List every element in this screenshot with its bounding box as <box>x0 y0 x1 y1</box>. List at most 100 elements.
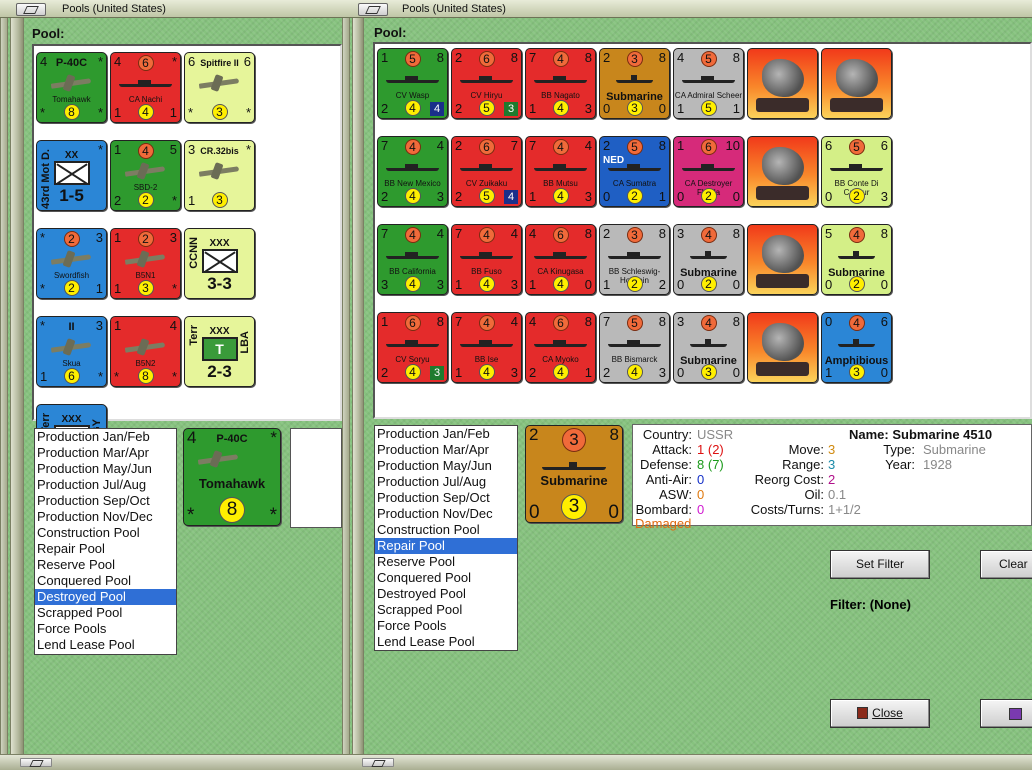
pool-list-item[interactable]: Force Pools <box>375 618 517 634</box>
pool-list-item[interactable]: Production Sep/Oct <box>35 493 176 509</box>
unit-counter[interactable]: 7 8 4 BB Nagato 1 4 3 <box>525 48 596 119</box>
left-system-menu-icon[interactable] <box>16 3 46 16</box>
unit-counter[interactable]: XX 43rd Mot D. * 1-5 <box>36 140 107 211</box>
pool-list-item[interactable]: Scrapped Pool <box>375 602 517 618</box>
unit-counter[interactable]: 6 6 Spitfire II * 3 * <box>184 52 255 123</box>
pool-list-item[interactable]: Production Mar/Apr <box>375 442 517 458</box>
unit-counter[interactable]: 3 8 4 Submarine 0 3 0 <box>673 312 744 383</box>
unit-counter[interactable]: 2 8 3 Submarine 0 3 0 <box>599 48 670 119</box>
pool-list-item[interactable]: Reserve Pool <box>35 557 176 573</box>
pool-list-item[interactable]: Production Jan/Feb <box>375 426 517 442</box>
unit-counter[interactable]: 1 8 6 CV Soryu 2 4 3 <box>377 312 448 383</box>
unit-counter[interactable]: 2 8 3 Submarine 0 3 0 <box>525 425 623 523</box>
right-pool-list[interactable]: Production Jan/Feb Production Mar/Apr Prod… <box>374 425 518 651</box>
unit-counter[interactable]: 5 8 4 Submarine 0 2 0 <box>821 224 892 295</box>
pool-list-item[interactable]: Lend Lease Pool <box>375 634 517 650</box>
unit-counter[interactable]: 7 4 4 BB Mutsu 1 4 3 <box>525 136 596 207</box>
unit-top-center: 5 <box>600 139 669 155</box>
pool-list-item[interactable]: Production Nov/Dec <box>375 506 517 522</box>
pool-list-item[interactable]: Production Jul/Aug <box>375 474 517 490</box>
destroyed-unit-counter[interactable] <box>747 48 818 119</box>
set-filter-button[interactable]: Set Filter <box>830 550 930 579</box>
pool-list-item[interactable]: Production Jan/Feb <box>35 429 176 445</box>
destroyed-unit-counter[interactable] <box>747 136 818 207</box>
unit-counter[interactable]: 7 4 4 BB New Mexico 2 4 3 <box>377 136 448 207</box>
pool-list-item[interactable]: Production May/Jun <box>35 461 176 477</box>
unit-counter[interactable]: 283BB Schleswig-Holstein122 <box>599 224 670 295</box>
unit-counter[interactable]: 4 8 6 CA Myoko 2 4 1 <box>525 312 596 383</box>
unit-counter[interactable]: 2 7 6 CV Zuikaku 2 5 4 <box>451 136 522 207</box>
pool-list-item[interactable]: Destroyed Pool <box>35 589 176 605</box>
unit-counter[interactable]: XXX T Terr LBA 2-3 <box>184 316 255 387</box>
pool-list-item[interactable]: Force Pools <box>35 621 176 637</box>
pool-list-item[interactable]: Destroyed Pool <box>375 586 517 602</box>
unit-counter[interactable]: * 3 2 Swordfish * 2 1 <box>36 228 107 299</box>
pool-list-item[interactable]: Construction Pool <box>375 522 517 538</box>
destroyed-unit-counter[interactable] <box>821 48 892 119</box>
clear-button[interactable]: Clear <box>980 550 1032 579</box>
pool-list-item[interactable]: Repair Pool <box>375 538 517 554</box>
left-pools-window: Pools (United States) Pool: 4 * P-40C Tomah… <box>0 0 342 770</box>
pool-list-item[interactable]: Repair Pool <box>35 541 176 557</box>
right-scroll-left-icon[interactable] <box>362 758 394 767</box>
unit-bottom-right-value: * <box>171 369 177 384</box>
unit-counter[interactable]: 7 8 5 BB Bismarck 2 4 3 <box>599 312 670 383</box>
pool-list-item[interactable]: Production Jul/Aug <box>35 477 176 493</box>
left-vertical-scrollbar[interactable] <box>10 18 24 770</box>
unit-counter[interactable]: XXX CCNN 3-3 <box>184 228 255 299</box>
left-scroll-left-icon[interactable] <box>20 758 52 767</box>
unit-top-center: 3 <box>600 227 669 243</box>
unit-counter[interactable]: 4 * P-40C Tomahawk * 8 * <box>36 52 107 123</box>
right-pool-area[interactable]: 1 8 5 CV Wasp 2 4 4 2 8 6 CV Hiryu 2 5 3 7 8 4 BB Nagato 1… <box>373 42 1032 419</box>
left-titlebar[interactable]: Pools (United States) <box>0 0 342 18</box>
unit-counter[interactable]: 1 5 4 SBD-2 2 2 * <box>110 140 181 211</box>
close-button[interactable]: Close <box>830 699 930 728</box>
unit-counter[interactable]: 7 4 4 BB Fuso 1 4 3 <box>451 224 522 295</box>
right-vertical-scrollbar[interactable] <box>352 18 364 770</box>
unit-defense-circle: 3 <box>848 364 865 380</box>
destroyed-unit-counter[interactable] <box>747 224 818 295</box>
right-horizontal-scrollbar[interactable] <box>342 754 1032 770</box>
pool-list-item[interactable]: Conquered Pool <box>375 570 517 586</box>
unit-counter[interactable]: 1 3 2 B5N1 1 3 * <box>110 228 181 299</box>
unit-counter[interactable]: 665BB Conte Di Cavour023 <box>821 136 892 207</box>
aircraft-silhouette-icon <box>199 75 239 89</box>
pool-list-item[interactable]: Conquered Pool <box>35 573 176 589</box>
unit-counter[interactable]: 2 8 5 NED CA Sumatra 0 2 1 <box>599 136 670 207</box>
unit-model-label: CR.32bis <box>200 146 239 156</box>
unit-counter[interactable]: 7 4 4 BB Ise 1 4 3 <box>451 312 522 383</box>
pool-list-item[interactable]: Construction Pool <box>35 525 176 541</box>
pool-list-item[interactable]: Production Mar/Apr <box>35 445 176 461</box>
nation-flag-label: NED <box>603 155 625 166</box>
unit-counter[interactable]: 4 * 6 CA Nachi 1 4 1 <box>110 52 181 123</box>
pool-list-item[interactable]: Lend Lease Pool <box>35 637 176 653</box>
destroyed-unit-counter[interactable] <box>747 312 818 383</box>
help-button[interactable] <box>980 699 1032 728</box>
pool-list-item[interactable]: Reserve Pool <box>375 554 517 570</box>
left-pool-area[interactable]: 4 * P-40C Tomahawk * 8 * 4 * 6 CA Nachi 1 4 1 6 6 Spitfi… <box>32 44 342 475</box>
pool-list-item[interactable]: Production Nov/Dec <box>35 509 176 525</box>
unit-counter[interactable]: 4 * P-40C Tomahawk * 8 * <box>183 428 281 526</box>
unit-counter[interactable]: 2 8 6 CV Hiryu 2 5 3 <box>451 48 522 119</box>
unit-counter[interactable]: 1 8 5 CV Wasp 2 4 4 <box>377 48 448 119</box>
unit-top-center: 3 <box>526 428 622 452</box>
unit-counter[interactable]: 4 8 5 CA Admiral Scheer 1 5 1 <box>673 48 744 119</box>
unit-top-left-value: 1 <box>114 318 122 333</box>
unit-counter[interactable]: 1 4 B5N2 * 8 * <box>110 316 181 387</box>
right-titlebar[interactable]: Pools (United States) <box>342 0 1032 18</box>
pool-list-item[interactable]: Scrapped Pool <box>35 605 176 621</box>
left-horizontal-scrollbar[interactable] <box>0 754 342 770</box>
pool-list-item[interactable]: Production May/Jun <box>375 458 517 474</box>
pool-list-item[interactable]: Production Sep/Oct <box>375 490 517 506</box>
unit-top-center: 5 <box>378 51 447 67</box>
unit-counter[interactable]: * 3 II Skua 1 6 * <box>36 316 107 387</box>
unit-counter[interactable]: 4 8 6 CA Kinugasa 1 4 0 <box>525 224 596 295</box>
unit-counter[interactable]: 3 8 4 Submarine 0 2 0 <box>673 224 744 295</box>
move-label: Move: <box>788 442 824 457</box>
left-pool-list[interactable]: Production Jan/Feb Production Mar/Apr Prod… <box>34 428 177 655</box>
unit-counter[interactable]: 3 * CR.32bis 1 3 <box>184 140 255 211</box>
unit-counter[interactable]: 1106CA Destroyer Flotilla020 <box>673 136 744 207</box>
unit-counter[interactable]: 0 6 4 Amphibious 1 3 0 <box>821 312 892 383</box>
right-system-menu-icon[interactable] <box>358 3 388 16</box>
unit-counter[interactable]: 7 4 4 BB California 3 4 3 <box>377 224 448 295</box>
